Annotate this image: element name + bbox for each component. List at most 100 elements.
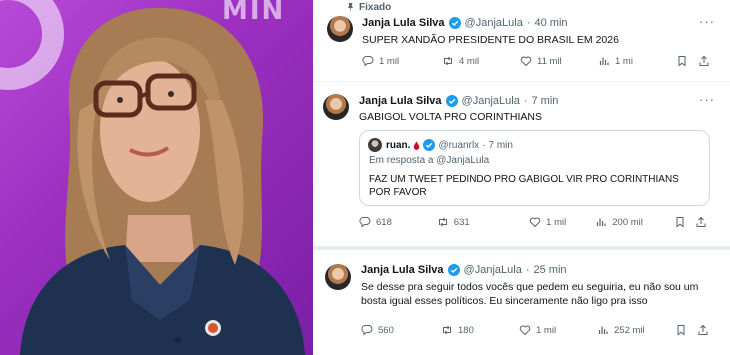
like-button[interactable]: 11 mil <box>520 55 598 67</box>
views-chart-icon <box>598 326 608 334</box>
reply-count: 560 <box>378 324 394 336</box>
pinned-indicator: Fixado <box>346 2 391 13</box>
quoted-tweet-header: ruan. @ruanrlx · 7 min <box>386 139 513 151</box>
author-name[interactable]: Janja Lula Silva <box>361 264 444 276</box>
tweet-card[interactable]: Janja Lula Silva @JanjaLula · 25 min Se … <box>313 252 730 355</box>
retweet-icon <box>444 56 452 66</box>
tweet-timestamp[interactable]: 40 min <box>534 17 567 29</box>
separator-dot: · <box>526 17 531 29</box>
reply-button[interactable]: 618 <box>359 216 437 228</box>
like-count: 1 mil <box>536 324 557 336</box>
reply-icon <box>359 216 371 228</box>
author-handle[interactable]: @JanjaLula <box>465 17 523 29</box>
tweet-actions: 1 mil 4 mil 11 mil 1 mi <box>362 55 712 67</box>
quoted-author-name: ruan. <box>386 139 411 151</box>
retweet-button[interactable]: 180 <box>441 324 519 336</box>
tweet-actions: 618 631 1 mil 200 mil <box>359 216 709 228</box>
reply-icon <box>361 324 373 336</box>
reply-button[interactable]: 560 <box>361 324 441 336</box>
views-count: 252 mil <box>614 324 645 336</box>
tweet-divider <box>313 81 730 82</box>
views-chart-icon <box>597 218 606 226</box>
quoted-author-avatar <box>368 138 382 152</box>
bookmark-icon <box>678 56 686 67</box>
bookmark-button[interactable] <box>676 55 698 67</box>
tweet-actions: 560 180 1 mil 252 mil <box>361 324 711 336</box>
share-icon <box>698 324 708 335</box>
bookmark-icon <box>677 325 685 336</box>
bookmark-button[interactable] <box>674 216 695 228</box>
bookmark-icon <box>676 217 684 228</box>
separator-dot: · <box>525 264 530 276</box>
separator-dot: · <box>523 95 528 107</box>
views-button[interactable]: 1 mi <box>598 55 676 67</box>
reply-button[interactable]: 1 mil <box>362 55 442 67</box>
pin-icon <box>347 3 354 12</box>
verified-badge-icon <box>423 139 436 151</box>
share-button[interactable] <box>697 324 711 336</box>
retweet-count: 180 <box>458 324 474 336</box>
verified-badge-icon <box>447 264 460 276</box>
author-handle[interactable]: @JanjaLula <box>462 95 520 107</box>
quoted-author-handle: @ruanrlx <box>438 139 480 151</box>
retweet-icon <box>443 325 451 335</box>
author-avatar[interactable] <box>325 264 351 290</box>
author-avatar[interactable] <box>327 16 353 42</box>
retweet-button[interactable]: 631 <box>437 216 529 228</box>
tweet-card[interactable]: Janja Lula Silva @JanjaLula · 7 min ··· … <box>313 84 730 243</box>
tweet-text: GABIGOL VOLTA PRO CORINTHIANS <box>359 111 543 123</box>
verified-badge-icon <box>445 95 458 107</box>
tweet-timestamp[interactable]: 25 min <box>533 264 566 276</box>
retweet-count: 631 <box>453 216 470 228</box>
reply-context: Em resposta a @JanjaLula <box>369 155 489 166</box>
verified-badge-icon <box>448 17 461 29</box>
retweet-button[interactable]: 4 mil <box>442 55 520 67</box>
heart-icon <box>529 217 541 228</box>
tweet-divider <box>313 246 730 250</box>
views-chart-icon <box>599 57 609 65</box>
views-count: 1 mi <box>615 55 633 67</box>
retweet-icon <box>438 217 447 227</box>
reply-icon <box>362 55 374 67</box>
tweet-feed: Fixado Janja Lula Silva @JanjaLula · 40 … <box>313 0 730 355</box>
blood-drop-icon <box>414 141 420 150</box>
reply-count: 1 mil <box>379 55 400 67</box>
quoted-tweet-text: FAZ UM TWEET PEDINDO PRO GABIGOL VIR PRO… <box>369 174 679 198</box>
tweet-timestamp[interactable]: 7 min <box>531 95 558 107</box>
pinned-label: Fixado <box>359 2 392 13</box>
like-count: 11 mil <box>537 55 562 67</box>
tweet-header: Janja Lula Silva @JanjaLula · 40 min <box>362 17 568 29</box>
portrait-illustration <box>20 7 305 355</box>
tweet-card-pinned[interactable]: Fixado Janja Lula Silva @JanjaLula · 40 … <box>313 0 730 80</box>
author-name[interactable]: Janja Lula Silva <box>359 95 442 107</box>
share-icon <box>696 216 706 227</box>
photo-panel: MIN <box>0 0 313 355</box>
like-button[interactable]: 1 mil <box>529 216 595 228</box>
views-button[interactable]: 252 mil <box>597 324 675 336</box>
bookmark-button[interactable] <box>675 324 697 336</box>
more-options-icon[interactable]: ··· <box>699 92 715 107</box>
share-button[interactable] <box>698 55 712 67</box>
reply-context-mention[interactable]: @JanjaLula <box>436 155 489 166</box>
reply-count: 618 <box>376 216 392 228</box>
tweet-text: Se desse pra seguir todos vocês que pede… <box>361 281 699 307</box>
quoted-tweet-timestamp: 7 min <box>488 139 513 151</box>
more-options-icon[interactable]: ··· <box>699 14 715 29</box>
author-name[interactable]: Janja Lula Silva <box>362 17 445 29</box>
tweet-header: Janja Lula Silva @JanjaLula · 25 min <box>361 264 567 276</box>
author-handle[interactable]: @JanjaLula <box>464 264 522 276</box>
like-button[interactable]: 1 mil <box>519 324 597 336</box>
like-count: 1 mil <box>546 216 567 228</box>
tweet-text: SUPER XANDÃO PRESIDENTE DO BRASIL EM 202… <box>362 34 619 46</box>
retweet-count: 4 mil <box>459 55 480 67</box>
author-avatar[interactable] <box>323 94 349 120</box>
tweet-header: Janja Lula Silva @JanjaLula · 7 min <box>359 95 558 107</box>
share-button[interactable] <box>695 216 709 228</box>
heart-icon <box>520 56 532 67</box>
heart-icon <box>519 325 531 336</box>
reply-context-prefix: Em resposta a <box>369 155 434 166</box>
quoted-tweet[interactable]: ruan. @ruanrlx · 7 min Em resposta a @Ja… <box>359 130 710 206</box>
share-icon <box>699 55 709 66</box>
views-button[interactable]: 200 mil <box>595 216 674 228</box>
separator-dot: · <box>482 139 486 151</box>
